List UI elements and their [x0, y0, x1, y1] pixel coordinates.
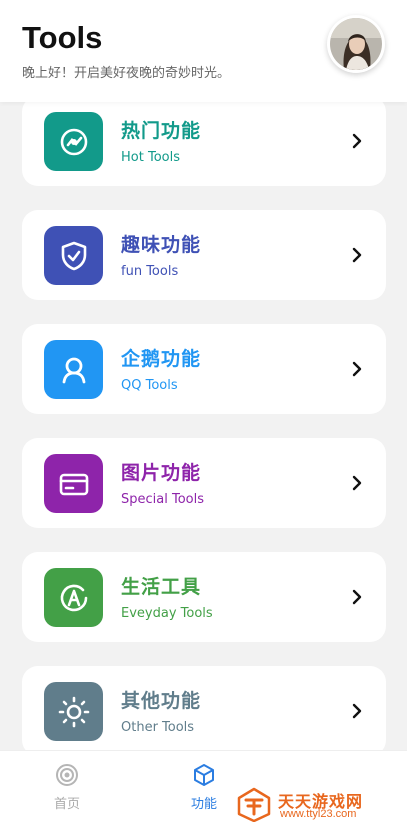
avatar[interactable]: [327, 15, 385, 73]
card-subtitle: Other Tools: [121, 720, 195, 735]
everyday-tools-card[interactable]: 生活工具 Eveyday Tools: [22, 552, 386, 642]
page-title: Tools: [22, 20, 103, 55]
watermark-logo-icon: [237, 787, 271, 822]
tools-list: 热门功能 Hot Tools 趣味功能 fun Tools 企鹅功能 QQ To…: [0, 0, 407, 750]
chevron-right-icon: [352, 361, 362, 377]
tab-functions[interactable]: 功能: [169, 763, 239, 823]
person-icon: [44, 340, 103, 399]
card-title: 趣味功能: [121, 234, 202, 256]
card-subtitle: Hot Tools: [121, 150, 180, 165]
site-watermark: 天天游戏网 www.ttyl23.com: [236, 780, 407, 828]
hot-tools-card[interactable]: 热门功能 Hot Tools: [22, 96, 386, 186]
tab-functions-label: 功能: [190, 797, 217, 812]
fun-tools-card[interactable]: 趣味功能 fun Tools: [22, 210, 386, 300]
qq-tools-card[interactable]: 企鹅功能 QQ Tools: [22, 324, 386, 414]
card-icon: [44, 454, 103, 513]
avatar-photo: [330, 18, 382, 70]
sun-icon: [44, 682, 103, 741]
watermark-url: www.ttyl23.com: [280, 808, 357, 820]
chevron-right-icon: [352, 475, 362, 491]
card-title: 其他功能: [121, 690, 202, 712]
app-header: Tools 晚上好！开启美好夜晚的奇妙时光。: [0, 0, 407, 102]
special-tools-card[interactable]: 图片功能 Special Tools: [22, 438, 386, 528]
chevron-right-icon: [352, 589, 362, 605]
other-tools-card[interactable]: 其他功能 Other Tools: [22, 666, 386, 750]
card-subtitle: QQ Tools: [121, 378, 178, 393]
card-title: 企鹅功能: [121, 348, 202, 370]
card-title: 生活工具: [121, 576, 202, 598]
card-title: 热门功能: [121, 120, 202, 142]
chevron-right-icon: [352, 703, 362, 719]
shield-check-icon: [44, 226, 103, 285]
letter-a-icon: [44, 568, 103, 627]
card-title: 图片功能: [121, 462, 202, 484]
chevron-right-icon: [352, 247, 362, 263]
tab-home[interactable]: 首页: [32, 763, 102, 823]
tab-home-label: 首页: [53, 797, 80, 812]
card-subtitle: Special Tools: [121, 492, 204, 507]
card-subtitle: fun Tools: [121, 264, 179, 279]
chevron-right-icon: [352, 133, 362, 149]
home-swirl-icon: [56, 764, 78, 786]
cube-icon: [194, 764, 214, 786]
greeting-text: 晚上好！开启美好夜晚的奇妙时光。: [22, 66, 231, 81]
card-subtitle: Eveyday Tools: [121, 606, 213, 621]
radar-icon: [44, 112, 103, 171]
